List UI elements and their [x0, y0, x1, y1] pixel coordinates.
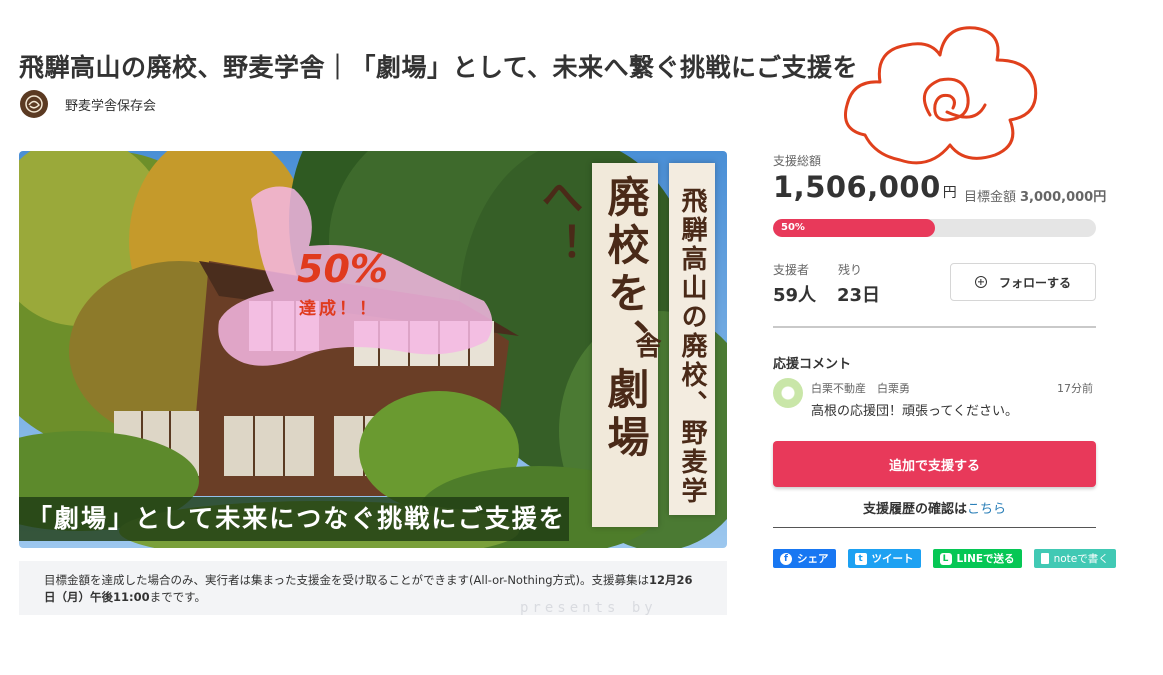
follow-label: フォローする	[998, 275, 1071, 290]
achievement-text: 達成！！	[299, 299, 379, 319]
facebook-share-button[interactable]: f シェア	[773, 549, 836, 568]
line-icon: L	[939, 552, 952, 565]
history-link[interactable]: こちら	[967, 502, 1006, 517]
line-share-button[interactable]: L LINEで送る	[932, 549, 1022, 568]
organizer-name[interactable]: 野麦学舎保存会	[65, 95, 156, 114]
total-amount-row: 1,506,000 円	[773, 170, 957, 204]
goal-amount: 目標金額 3,000,000円	[964, 190, 1107, 205]
twitter-icon: t	[854, 552, 867, 565]
scribble-drawing	[844, 26, 1038, 165]
backers-label: 支援者	[773, 263, 810, 277]
history-text: 支援履歴の確認は	[862, 502, 967, 517]
progress-fill: 50%	[773, 219, 935, 237]
hero-image: 50% 達成！！ 廃校を、劇場へ！ 飛騨高山の廃校、野麦学舎 「劇場」として未来…	[19, 151, 727, 548]
total-currency: 円	[942, 185, 957, 201]
notice-text: 目標金額を達成した場合のみ、実行者は集まった支援金を受け取ることができます(Al…	[44, 573, 650, 587]
remaining-value: 23日	[837, 285, 881, 306]
total-amount: 1,506,000	[773, 170, 941, 204]
comment-time: 17分前	[1057, 382, 1093, 395]
plus-circle-icon	[974, 276, 987, 288]
note-share-button[interactable]: noteで書く	[1033, 549, 1116, 568]
share-buttons: f シェア t ツイート L LINEで送る noteで書く	[773, 549, 1128, 568]
achievement-percent: 50%	[297, 247, 388, 291]
page-title: 飛騨高山の廃校、野麦学舎｜「劇場」として、未来へ繋ぐ挑戦にご支援を	[19, 53, 859, 82]
hero-banner: 「劇場」として未来につなぐ挑戦にご支援を	[19, 497, 569, 541]
notice-suffix: までです。	[149, 590, 206, 604]
follow-button[interactable]: フォローする	[950, 263, 1096, 301]
comments-title: 応援コメント	[773, 357, 852, 372]
organizer[interactable]: 野麦学舎保存会	[20, 90, 156, 118]
progress-bar: 50%	[773, 219, 1096, 237]
total-label: 支援総額	[773, 154, 822, 168]
support-history: 支援履歴の確認はこちら	[773, 498, 1096, 517]
remaining-label: 残り	[838, 263, 863, 277]
note-icon	[1040, 553, 1049, 564]
comment-text: 高根の応援団！頑張ってください。	[811, 404, 1018, 419]
divider	[773, 326, 1096, 328]
support-button[interactable]: 追加で支援する	[773, 441, 1096, 487]
facebook-icon: f	[780, 552, 792, 565]
comment-author[interactable]: 白栗不動産 白栗勇	[811, 380, 910, 396]
goal-label: 目標金額	[964, 190, 1017, 205]
comment-avatar[interactable]	[773, 378, 803, 408]
divider	[773, 527, 1096, 528]
twitter-share-button[interactable]: t ツイート	[847, 549, 921, 568]
hero-vertical-subtitle: 飛騨高山の廃校、野麦学舎	[631, 163, 715, 515]
watermark-text: presents by	[520, 600, 657, 616]
backers-value: 59人	[773, 285, 817, 306]
organizer-logo	[20, 90, 48, 118]
